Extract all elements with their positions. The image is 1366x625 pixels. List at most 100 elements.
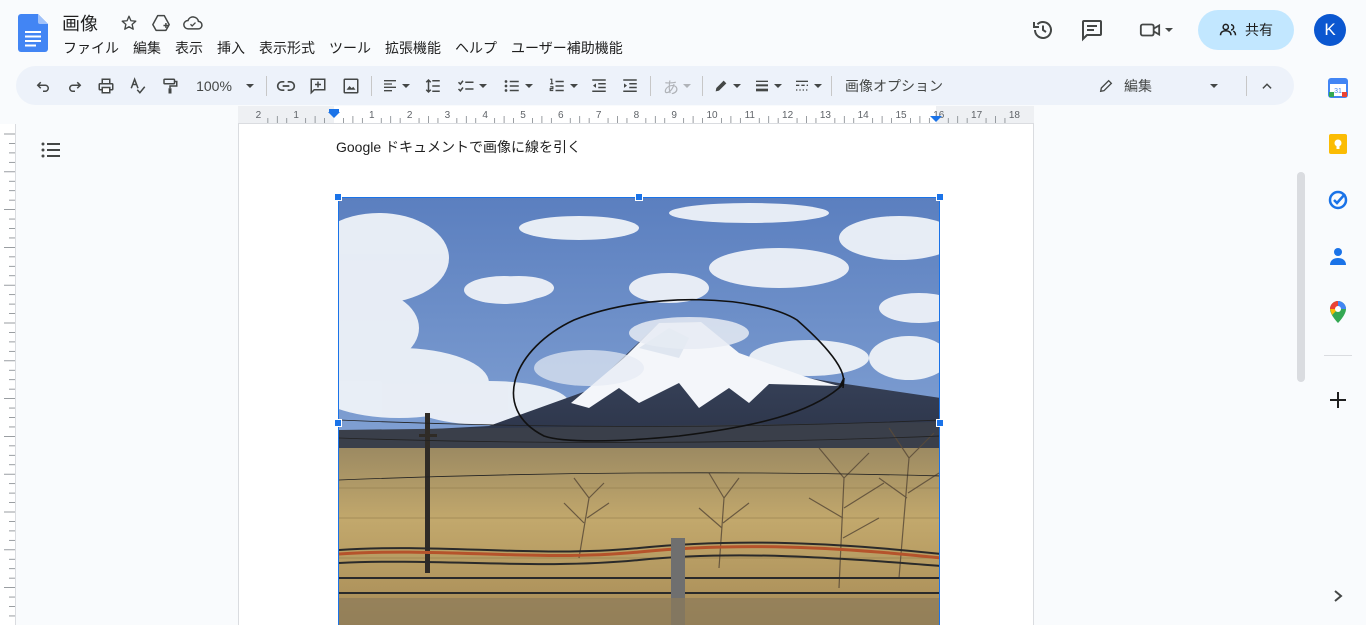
paint-format-icon[interactable] [159, 74, 181, 98]
ruler-label: 10 [706, 110, 718, 121]
version-history-icon[interactable] [1027, 14, 1059, 46]
chevron-down-icon [525, 84, 533, 88]
align-select[interactable] [379, 74, 413, 98]
document-paragraph[interactable]: Google ドキュメントで画像に線を引く [336, 137, 581, 157]
docs-logo-icon[interactable] [18, 14, 48, 52]
toolbar-divider [650, 76, 651, 96]
bulleted-list-select[interactable] [500, 74, 536, 98]
border-weight-icon [756, 80, 768, 92]
inserted-image[interactable] [338, 197, 940, 625]
menu-format[interactable]: 表示形式 [252, 36, 322, 60]
bulleted-list-icon [504, 80, 519, 92]
horizontal-ruler[interactable]: 2 1 1 2 3 4 5 6 7 8 9 10 11 12 13 14 15 16 17 18 [238, 106, 1034, 124]
calendar-icon[interactable]: 31 [1326, 76, 1350, 100]
resize-handle-top-right[interactable] [936, 193, 944, 201]
menu-view[interactable]: 表示 [168, 36, 210, 60]
menu-tools[interactable]: ツール [322, 36, 378, 60]
numbered-list-icon [549, 78, 564, 92]
cloud-saved-icon[interactable] [182, 12, 204, 34]
input-tools-char: あ [662, 80, 679, 97]
ruler-label: 8 [634, 110, 640, 121]
menu-file[interactable]: ファイル [56, 36, 126, 60]
image-options-label: 画像オプション [845, 78, 943, 94]
first-line-indent-marker[interactable] [329, 109, 339, 112]
resize-handle-left[interactable] [334, 419, 342, 427]
resize-handle-right[interactable] [936, 419, 944, 427]
toolbar-divider [266, 76, 267, 96]
decrease-indent-icon[interactable] [588, 74, 610, 98]
image-options-button[interactable]: 画像オプション [842, 74, 946, 98]
chevron-down-icon [733, 84, 741, 88]
tasks-icon[interactable] [1326, 188, 1350, 212]
ruler-label: 13 [820, 110, 832, 121]
insert-image-icon[interactable] [340, 74, 362, 98]
share-button[interactable]: 共有 [1198, 10, 1294, 50]
chevron-down-icon [479, 84, 487, 88]
input-tools-select[interactable]: あ [659, 74, 695, 98]
pencil-icon [1099, 79, 1113, 93]
increase-indent-icon[interactable] [619, 74, 641, 98]
menu-insert[interactable]: 挿入 [210, 36, 252, 60]
ruler-label: 7 [596, 110, 602, 121]
zoom-select[interactable]: 100% [194, 74, 256, 98]
spellcheck-icon[interactable] [127, 74, 149, 98]
contacts-icon[interactable] [1326, 244, 1350, 268]
avatar[interactable]: K [1314, 14, 1346, 46]
checklist-icon [457, 80, 474, 93]
pencil-icon [715, 80, 727, 92]
chevron-right-icon[interactable] [1326, 584, 1350, 608]
chevron-down-icon [814, 84, 822, 88]
document-title[interactable]: 画像 [62, 10, 98, 36]
redo-icon[interactable] [64, 74, 86, 98]
collapse-menus-icon[interactable] [1256, 74, 1278, 98]
line-spacing-icon[interactable] [422, 74, 444, 98]
resize-handle-top-left[interactable] [334, 193, 342, 201]
ruler-label: 2 [407, 110, 413, 121]
side-panel: 31 [1310, 64, 1366, 625]
document-outline-icon[interactable] [40, 140, 62, 160]
meet-video-icon[interactable] [1134, 14, 1178, 46]
vertical-scrollbar[interactable] [1297, 172, 1305, 382]
document-page[interactable]: Google ドキュメントで画像に線を引く [238, 124, 1034, 625]
checklist-select[interactable] [454, 74, 490, 98]
chevron-down-icon [570, 84, 578, 88]
ruler-label: 1 [293, 110, 299, 121]
border-dash-select[interactable] [791, 74, 825, 98]
chevron-down-icon [245, 84, 254, 88]
chevron-down-icon [402, 84, 410, 88]
formatting-toolbar: 100% あ 画像オプション 編集 [16, 66, 1294, 105]
app-header: 画像 ファイル 編集 表示 挿入 表示形式 ツール 拡張機能 ヘルプ ユーザー補… [0, 0, 1366, 64]
keep-icon[interactable] [1326, 132, 1350, 156]
border-weight-select[interactable] [751, 74, 785, 98]
insert-link-icon[interactable] [275, 74, 297, 98]
ruler-label: 17 [971, 110, 983, 121]
undo-icon[interactable] [32, 74, 54, 98]
ruler-label: 6 [558, 110, 564, 121]
star-icon[interactable] [118, 12, 140, 34]
menu-help[interactable]: ヘルプ [448, 36, 504, 60]
ruler-label: 2 [256, 110, 262, 121]
border-dash-icon [796, 80, 808, 91]
side-panel-divider [1324, 355, 1352, 356]
ruler-label: 18 [1009, 110, 1021, 121]
mount-fuji-photo [339, 198, 939, 625]
border-color-select[interactable] [709, 74, 745, 98]
toolbar-divider [702, 76, 703, 96]
vertical-ruler[interactable] [0, 124, 16, 625]
maps-icon[interactable] [1326, 300, 1350, 324]
comments-icon[interactable] [1076, 14, 1108, 46]
resize-handle-top[interactable] [635, 193, 643, 201]
menu-extensions[interactable]: 拡張機能 [378, 36, 448, 60]
chevron-down-icon [683, 84, 691, 88]
add-addon-icon[interactable] [1326, 388, 1350, 412]
numbered-list-select[interactable] [545, 74, 581, 98]
editing-mode-select[interactable]: 編集 [1098, 74, 1224, 98]
ruler-label: 3 [445, 110, 451, 121]
menu-edit[interactable]: 編集 [126, 36, 168, 60]
move-to-drive-icon[interactable] [150, 12, 172, 34]
add-comment-icon[interactable] [307, 74, 329, 98]
menu-accessibility[interactable]: ユーザー補助機能 [504, 36, 630, 60]
ruler-label: 1 [369, 110, 375, 121]
print-icon[interactable] [95, 74, 117, 98]
align-left-icon [384, 80, 396, 92]
